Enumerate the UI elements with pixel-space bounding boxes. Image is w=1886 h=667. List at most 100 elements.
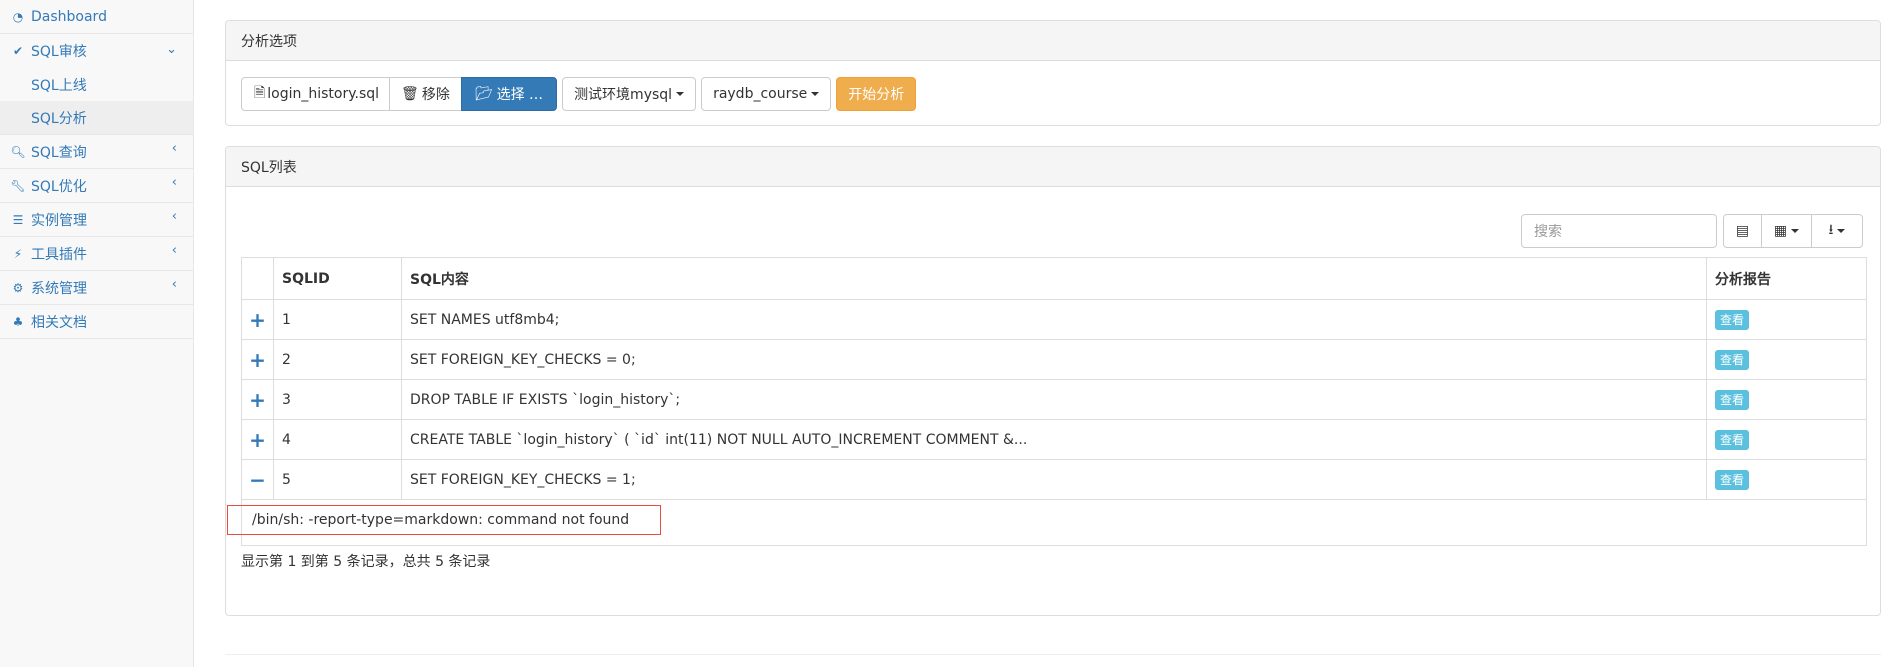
table-row: + 4 CREATE TABLE `login_history` ( `id` … <box>241 419 1867 460</box>
chevron-left-icon: ‹ <box>171 141 177 156</box>
analysis-options-panel: 分析选项 🗎︎ login_history.sql 🗑︎ 移除 📂︎ 选择 … … <box>225 20 1881 126</box>
expand-icon[interactable]: + <box>241 339 274 380</box>
cell-content: CREATE TABLE `login_history` ( `id` int(… <box>401 419 1707 460</box>
table-toolbar: ▤ ▦ ⭳ <box>1723 214 1863 248</box>
check-icon: ✔ <box>12 44 24 58</box>
sidebar-item-label: 实例管理 <box>31 212 87 229</box>
view-report-button[interactable]: 查看 <box>1715 429 1750 450</box>
choose-file-button[interactable]: 📂︎ 选择 … <box>460 77 558 111</box>
table-header-row: SQLID SQL内容 分析报告 <box>241 257 1867 300</box>
detail-cell: /bin/sh: -report-type=markdown: command … <box>227 499 1867 546</box>
chevron-left-icon: ‹ <box>171 209 177 224</box>
grid-icon: ▦ <box>1773 223 1788 239</box>
expand-icon[interactable]: + <box>241 299 274 340</box>
column-header-report[interactable]: 分析报告 <box>1706 257 1867 300</box>
view-report-button[interactable]: 查看 <box>1715 469 1750 490</box>
view-report-button[interactable]: 查看 <box>1715 389 1750 410</box>
sidebar-item-docs[interactable]: ♣︎ 相关文档 <box>0 305 193 339</box>
sidebar-item-label: SQL查询 <box>31 144 87 161</box>
cell-report: 查看 <box>1706 299 1867 340</box>
caret-down-icon <box>811 92 820 96</box>
sidebar-item-sql-online[interactable]: SQL上线 <box>0 68 193 101</box>
sidebar: ◔ Dashboard ✔ SQL审核 ⌄ SQL上线 SQL分析 🔍︎ SQL… <box>0 0 194 667</box>
table-row: − 5 SET FOREIGN_KEY_CHECKS = 1; 查看 <box>241 459 1867 500</box>
search-icon: 🔍︎ <box>10 144 26 159</box>
column-header-content[interactable]: SQL内容 <box>401 257 1707 300</box>
analysis-toolbar: 🗎︎ login_history.sql 🗑︎ 移除 📂︎ 选择 … 测试环境m… <box>241 77 917 111</box>
chevron-left-icon: ‹ <box>171 243 177 258</box>
chevron-left-icon: ‹ <box>171 175 177 190</box>
cell-content: SET FOREIGN_KEY_CHECKS = 1; <box>401 459 1707 500</box>
chevron-left-icon: ‹ <box>171 277 177 292</box>
divider <box>225 654 1881 655</box>
sidebar-item-label: 相关文档 <box>31 314 87 331</box>
view-report-button[interactable]: 查看 <box>1715 349 1750 370</box>
database-icon: ☰ <box>12 212 24 227</box>
sidebar-item-sql-review[interactable]: ✔ SQL审核 ⌄ <box>0 34 193 68</box>
sidebar-item-label: SQL审核 <box>31 44 87 60</box>
toggle-view-button[interactable]: ▤ <box>1723 214 1762 248</box>
cell-content: SET FOREIGN_KEY_CHECKS = 0; <box>401 339 1707 380</box>
sidebar-item-sql-analysis[interactable]: SQL分析 <box>0 101 193 134</box>
file-name-text: login_history.sql <box>267 86 380 102</box>
sidebar-item-tools[interactable]: ⚡︎ 工具插件 ‹ <box>0 237 193 271</box>
list-icon: ▤ <box>1735 223 1750 239</box>
sidebar-item-instances[interactable]: ☰ 实例管理 ‹ <box>0 203 193 237</box>
sidebar-item-label: 系统管理 <box>31 280 87 297</box>
caret-down-icon <box>1791 229 1800 233</box>
export-button[interactable]: ⭳ <box>1811 214 1863 248</box>
columns-button[interactable]: ▦ <box>1761 214 1812 248</box>
panel-title: 分析选项 <box>226 21 1880 61</box>
remove-label: 移除 <box>421 87 450 103</box>
download-icon: ⭳ <box>1828 222 1834 238</box>
start-analysis-button[interactable]: 开始分析 <box>836 77 917 111</box>
sidebar-item-sql-optimize[interactable]: 🔧︎ SQL优化 ‹ <box>0 169 193 203</box>
cell-sqlid: 3 <box>273 379 402 420</box>
sitemap-icon: ♣︎ <box>12 314 24 329</box>
table-row: + 2 SET FOREIGN_KEY_CHECKS = 0; 查看 <box>241 339 1867 380</box>
wrench-icon: 🔧︎ <box>10 178 26 193</box>
cell-sqlid: 2 <box>273 339 402 380</box>
instance-select-value: 测试环境mysql <box>574 87 673 103</box>
sidebar-item-label: SQL优化 <box>31 178 87 195</box>
error-message: /bin/sh: -report-type=markdown: command … <box>227 505 661 535</box>
choose-label: 选择 … <box>496 87 544 103</box>
cell-sqlid: 1 <box>273 299 402 340</box>
detail-row: /bin/sh: -report-type=markdown: command … <box>227 499 1867 546</box>
chevron-down-icon: ⌄ <box>166 42 177 57</box>
cell-report: 查看 <box>1706 339 1867 380</box>
column-header-sqlid[interactable]: SQLID <box>273 257 402 300</box>
expand-icon[interactable]: + <box>241 379 274 420</box>
cell-content: DROP TABLE IF EXISTS `login_history`; <box>401 379 1707 420</box>
collapse-icon[interactable]: − <box>241 459 274 500</box>
expand-icon[interactable]: + <box>241 419 274 460</box>
sidebar-item-label: 工具插件 <box>31 246 87 263</box>
caret-down-icon <box>676 92 685 96</box>
cell-sqlid: 4 <box>273 419 402 460</box>
cell-report: 查看 <box>1706 419 1867 460</box>
sidebar-submenu: SQL上线 SQL分析 <box>0 68 193 135</box>
cell-content: SET NAMES utf8mb4; <box>401 299 1707 340</box>
dashboard-icon: ◔ <box>12 9 24 24</box>
panel-title: SQL列表 <box>226 147 1880 187</box>
file-name-field[interactable]: 🗎︎ login_history.sql <box>241 77 391 111</box>
sidebar-item-label: Dashboard <box>31 8 107 25</box>
sidebar-item-dashboard[interactable]: ◔ Dashboard <box>0 0 193 34</box>
view-report-button[interactable]: 查看 <box>1715 309 1750 330</box>
sidebar-item-system[interactable]: ⚙︎ 系统管理 ‹ <box>0 271 193 305</box>
cell-report: 查看 <box>1706 459 1867 500</box>
sidebar-item-sql-query[interactable]: 🔍︎ SQL查询 ‹ <box>0 135 193 169</box>
sql-list-panel: SQL列表 搜索 ▤ ▦ ⭳ SQLID SQL内容 分析报告 + 1 SET … <box>225 146 1881 616</box>
search-input[interactable]: 搜索 <box>1521 214 1717 248</box>
file-icon: 🗎︎ <box>254 85 266 101</box>
remove-button[interactable]: 🗑︎ 移除 <box>389 77 462 111</box>
folder-open-icon: 📂︎ <box>474 86 493 102</box>
database-select[interactable]: raydb_course <box>701 77 832 111</box>
database-select-value: raydb_course <box>713 86 808 102</box>
trash-icon: 🗑︎ <box>401 86 419 102</box>
cell-sqlid: 5 <box>273 459 402 500</box>
instance-select[interactable]: 测试环境mysql <box>562 77 697 111</box>
expand-column-header <box>241 257 274 300</box>
file-input-group: 🗎︎ login_history.sql 🗑︎ 移除 📂︎ 选择 … <box>241 77 558 111</box>
cogs-icon: ⚙︎ <box>12 280 24 295</box>
